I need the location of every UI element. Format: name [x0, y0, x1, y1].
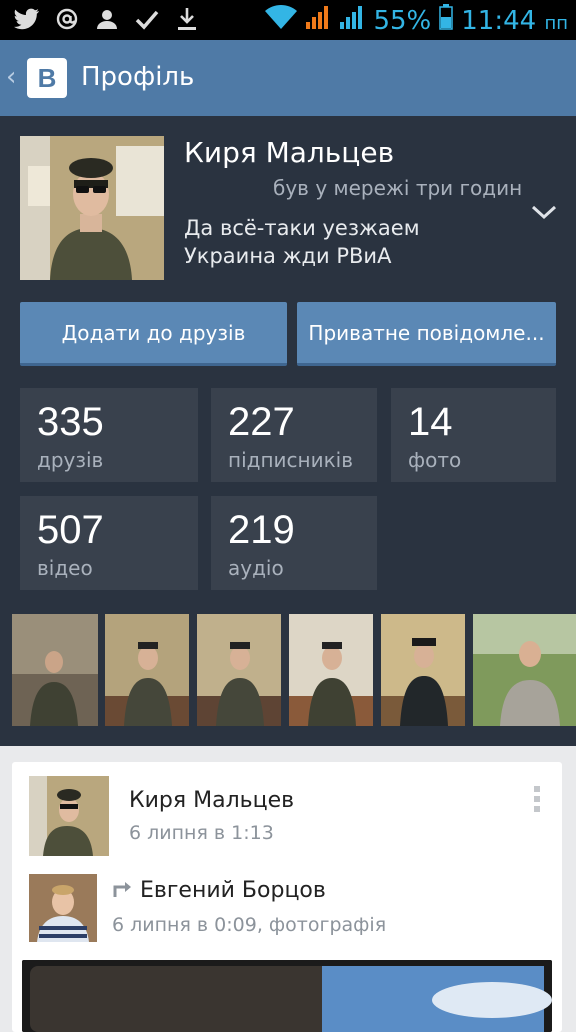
- signal-blue-icon: [339, 4, 365, 37]
- stat-value: 335: [37, 400, 104, 444]
- repost-header: Евгений Борцов: [112, 878, 326, 903]
- repost-author-avatar[interactable]: [29, 874, 97, 942]
- back-chevron-icon[interactable]: ‹: [6, 62, 16, 92]
- signal-orange-icon: [305, 4, 331, 37]
- last-seen-text: був у мережі три годин: [273, 176, 523, 200]
- post-author-name[interactable]: Киря Мальцев: [129, 788, 294, 813]
- photo-thumb[interactable]: [197, 614, 281, 726]
- battery-percent: 55%: [373, 5, 432, 36]
- person-icon: [94, 6, 120, 32]
- clock: 11:44 пп: [461, 5, 568, 36]
- stat-audio[interactable]: 219 аудіо: [211, 496, 377, 590]
- wall-feed: Киря Мальцев 6 липня в 1:13 Евгений Борц…: [0, 746, 576, 1032]
- twitter-icon: [14, 6, 40, 32]
- wifi-icon: [265, 5, 298, 36]
- stat-label: відео: [37, 556, 93, 580]
- stat-value: 227: [228, 400, 295, 444]
- stat-label: аудіо: [228, 556, 284, 580]
- post-author-avatar[interactable]: [29, 776, 109, 856]
- wall-post[interactable]: Киря Мальцев 6 липня в 1:13 Евгений Борц…: [12, 762, 562, 1032]
- profile-status: Да всё-таки уезжаем Украина жди РВиА: [184, 216, 420, 268]
- add-friend-button[interactable]: Додати до друзів: [20, 302, 287, 366]
- photo-strip: [0, 614, 576, 728]
- vk-logo[interactable]: В: [27, 58, 67, 98]
- stat-label: підписників: [228, 448, 354, 472]
- post-timestamp: 6 липня в 1:13: [129, 822, 274, 844]
- notification-icons: [14, 6, 200, 32]
- more-options-icon[interactable]: [532, 784, 542, 814]
- post-photo[interactable]: [22, 960, 552, 1032]
- stat-value: 14: [408, 400, 453, 444]
- profile-header: Киря Мальцев був у мережі три годин Да в…: [0, 116, 576, 746]
- stat-friends[interactable]: 335 друзів: [20, 388, 198, 482]
- action-bar: ‹ В Профіль: [0, 40, 576, 116]
- photo-thumb[interactable]: [105, 614, 189, 726]
- chevron-down-icon[interactable]: [530, 202, 558, 222]
- repost-author-name[interactable]: Евгений Борцов: [140, 878, 326, 903]
- battery-icon: [439, 4, 453, 37]
- stat-videos[interactable]: 507 відео: [20, 496, 198, 590]
- private-message-button[interactable]: Приватне повідомле...: [297, 302, 556, 366]
- page-title: Профіль: [81, 62, 195, 92]
- photo-thumb[interactable]: [473, 614, 576, 726]
- check-icon: [134, 6, 160, 32]
- profile-avatar[interactable]: [20, 136, 164, 280]
- system-status: 55% 11:44 пп: [265, 4, 568, 37]
- at-icon: [54, 6, 80, 32]
- profile-name: Киря Мальцев: [184, 136, 395, 169]
- repost-icon: [112, 879, 134, 903]
- photo-thumb[interactable]: [381, 614, 465, 726]
- stat-value: 507: [37, 508, 104, 552]
- stat-photos[interactable]: 14 фото: [391, 388, 556, 482]
- stat-label: фото: [408, 448, 462, 472]
- status-bar: 55% 11:44 пп: [0, 0, 576, 40]
- stat-value: 219: [228, 508, 295, 552]
- stat-followers[interactable]: 227 підписників: [211, 388, 377, 482]
- photo-thumb[interactable]: [289, 614, 373, 726]
- download-icon: [174, 6, 200, 32]
- stat-label: друзів: [37, 448, 104, 472]
- repost-timestamp: 6 липня в 0:09, фотографія: [112, 914, 387, 936]
- photo-thumb[interactable]: [12, 614, 98, 726]
